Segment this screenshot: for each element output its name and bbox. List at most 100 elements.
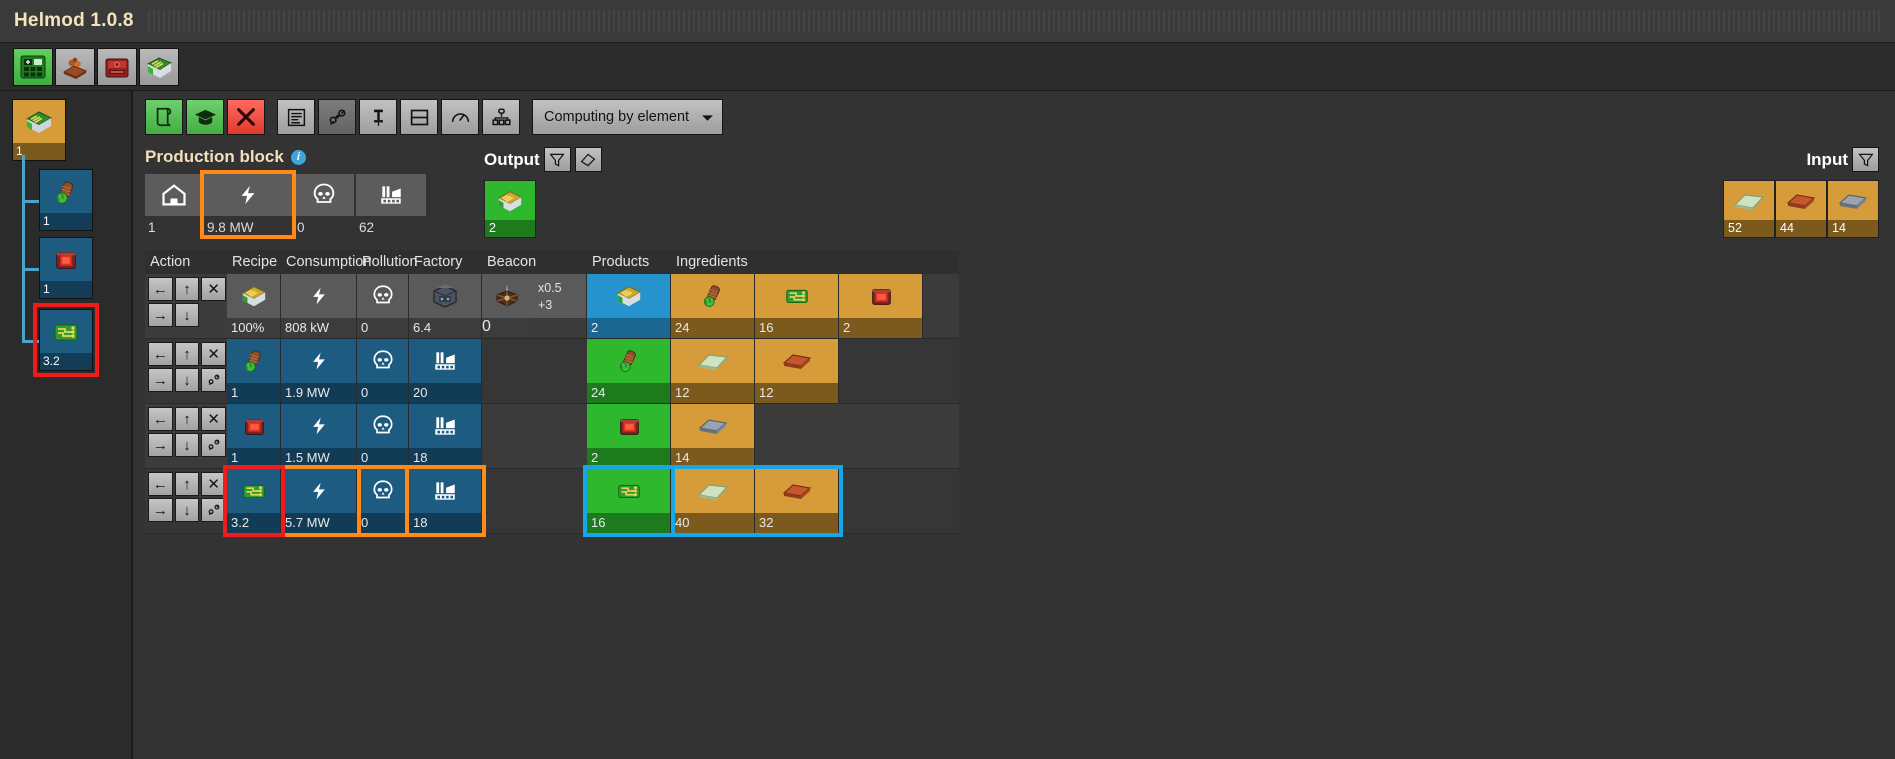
sidebar-item-root[interactable]: 1: [12, 99, 66, 161]
table-row[interactable]: ← ↑ ✕ → ↓: [145, 465, 959, 537]
cell-factory[interactable]: 18: [405, 465, 486, 537]
cell-recipe[interactable]: 1: [227, 339, 281, 403]
output-panel: Output 2: [428, 147, 602, 238]
link-button[interactable]: [318, 99, 356, 135]
delete-button[interactable]: ✕: [201, 342, 227, 366]
unlink-button[interactable]: [201, 498, 227, 522]
cell-recipe[interactable]: 100%: [227, 274, 281, 338]
tab-red-chest[interactable]: [97, 47, 137, 86]
move-down-button[interactable]: ↓: [174, 303, 200, 327]
delete-button[interactable]: ✕: [201, 472, 227, 496]
sidebar-child-1: 1: [12, 201, 131, 299]
sidebar-item-red-chest[interactable]: 1: [39, 237, 93, 299]
cell-products[interactable]: 2: [587, 404, 671, 468]
input-item-iron-plate[interactable]: 14: [1827, 180, 1879, 238]
ingredient-copper-cable[interactable]: 24: [671, 274, 755, 338]
cell-products[interactable]: 2: [587, 274, 671, 338]
tab-production-line[interactable]: [13, 47, 53, 86]
delete-button[interactable]: ✕: [201, 277, 227, 301]
table-row[interactable]: ← ↑ ✕ → ↓: [145, 274, 959, 339]
ingredient-value: 40: [671, 513, 754, 533]
tab-green-circuit[interactable]: [139, 47, 179, 86]
move-left-button[interactable]: ←: [148, 277, 173, 301]
matrix-button[interactable]: [482, 99, 520, 135]
red-chest-icon: [40, 238, 92, 281]
output-filter-button[interactable]: [543, 147, 571, 172]
summary-machine-count[interactable]: 62: [356, 174, 426, 235]
cell-factory-value: 6.4: [409, 318, 481, 338]
window-drag-handle[interactable]: [147, 10, 1881, 32]
summary-building-count[interactable]: 1: [145, 174, 202, 235]
summary-button[interactable]: [277, 99, 315, 135]
move-down-button[interactable]: ↓: [174, 498, 200, 522]
ingredient-iron-plate[interactable]: 14: [671, 404, 755, 468]
cell-recipe[interactable]: 3.2: [223, 465, 285, 537]
ingredient-copper-plate[interactable]: 32: [755, 469, 839, 533]
delete-button[interactable]: ✕: [201, 407, 227, 431]
ingredient-value: 12: [755, 383, 838, 403]
move-down-button[interactable]: ↓: [174, 433, 200, 457]
recipe-list-button[interactable]: [145, 99, 183, 135]
move-left-button[interactable]: ←: [148, 472, 173, 496]
ingredient-circuit-board[interactable]: 16: [755, 274, 839, 338]
move-right-button[interactable]: →: [148, 303, 173, 327]
move-left-button[interactable]: ←: [148, 407, 173, 431]
table-row[interactable]: ← ↑ ✕ → ↓: [145, 404, 959, 469]
bolt-icon: [281, 339, 356, 383]
input-filter-button[interactable]: [1852, 147, 1879, 172]
ingredient-red-chest[interactable]: 2: [839, 274, 923, 338]
solver-dropdown[interactable]: Computing by element: [532, 99, 724, 135]
sidebar-item-circuit-board[interactable]: 3.2: [33, 303, 99, 377]
sidebar-item-copper-cable[interactable]: 1: [39, 169, 93, 231]
ingredient-copper-plate[interactable]: 12: [755, 339, 839, 403]
factory-icon: [409, 404, 481, 448]
summary-machine-count-value: 62: [359, 220, 375, 235]
cell-beacon: [482, 469, 587, 533]
content-area: Computing by element Production block i: [133, 91, 1895, 759]
pin-button[interactable]: [359, 99, 397, 135]
production-block-panel: Production block i 1 9.8 MW 0 62: [133, 147, 428, 239]
unlink-button[interactable]: [201, 433, 227, 457]
cell-factory-value: 18: [409, 513, 481, 533]
cell-pollution-value: 0: [357, 513, 408, 533]
input-item-copper-plate[interactable]: 44: [1775, 180, 1827, 238]
summary-energy[interactable]: 9.8 MW: [200, 170, 296, 239]
move-down-button[interactable]: ↓: [174, 368, 200, 392]
cell-recipe[interactable]: 1: [227, 404, 281, 468]
move-left-button[interactable]: ←: [148, 342, 173, 366]
unlink-button[interactable]: [201, 368, 227, 392]
cell-products[interactable]: 16: [583, 465, 675, 537]
circuit-board-icon: [227, 469, 280, 513]
cell-products[interactable]: 24: [587, 339, 671, 403]
split-view-button[interactable]: [400, 99, 438, 135]
circuit-board-icon: [755, 274, 838, 318]
input-items: 52 44 14: [1723, 180, 1879, 238]
ingredient-glass-plate[interactable]: 40: [671, 469, 755, 533]
technology-button[interactable]: [186, 99, 224, 135]
tab-resources[interactable]: [55, 47, 95, 86]
remove-button[interactable]: [227, 99, 265, 135]
input-item-glass-plate[interactable]: 52: [1723, 180, 1775, 238]
skull-icon: [294, 174, 354, 216]
move-right-button[interactable]: →: [148, 498, 173, 522]
ingredient-glass-plate[interactable]: 12: [671, 339, 755, 403]
cell-beacon[interactable]: 0 x0.5 +3: [482, 274, 587, 338]
output-item-electronic-circuit[interactable]: 2: [484, 180, 536, 238]
electronic-circuit-icon: [485, 181, 535, 220]
cell-consumption: 1.9 MW: [281, 339, 357, 403]
cell-factory[interactable]: 18: [409, 404, 482, 468]
info-icon[interactable]: i: [290, 149, 306, 165]
move-right-button[interactable]: →: [148, 433, 173, 457]
cell-factory[interactable]: 20: [409, 339, 482, 403]
table-row[interactable]: ← ↑ ✕ → ↓: [145, 339, 959, 404]
move-right-button[interactable]: →: [148, 368, 173, 392]
move-up-button[interactable]: ↑: [174, 472, 200, 496]
sidebar-item-red-chest-count: 1: [40, 281, 92, 298]
cell-factory[interactable]: 6.4: [409, 274, 482, 338]
move-up-button[interactable]: ↑: [174, 407, 200, 431]
move-up-button[interactable]: ↑: [174, 277, 200, 301]
summary-pollution[interactable]: 0: [294, 174, 354, 235]
output-erase-button[interactable]: [574, 147, 602, 172]
speed-button[interactable]: [441, 99, 479, 135]
move-up-button[interactable]: ↑: [174, 342, 200, 366]
